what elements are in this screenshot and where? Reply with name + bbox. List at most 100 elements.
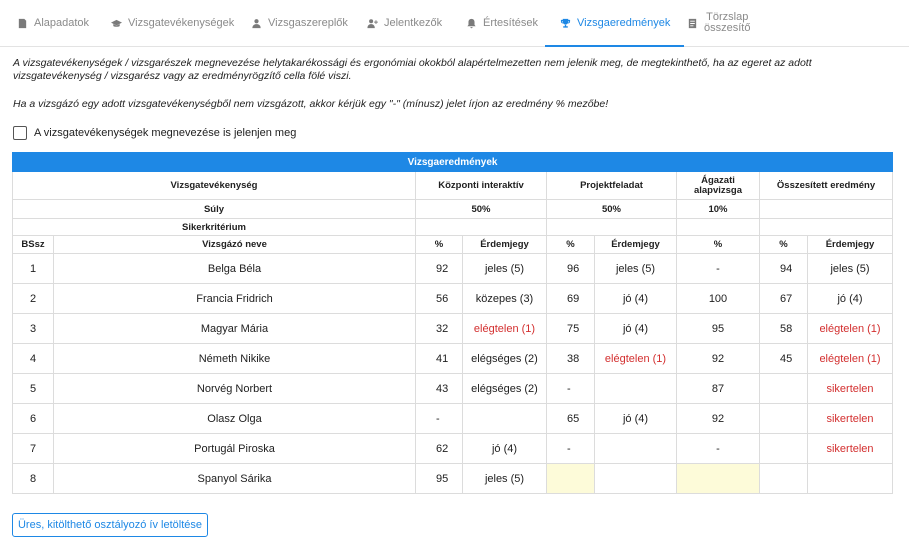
table-row: 6 Olasz Olga - 65 jó (4) 92 sikertelen: [12, 403, 894, 434]
table-row: 7 Portugál Piroska 62 jó (4) - - sikerte…: [12, 433, 894, 464]
tab-vizsgatevekenysegek[interactable]: Vizsgatevékenységek: [110, 0, 234, 46]
agazati-pct-cell[interactable]: -: [676, 433, 760, 464]
projekt-pct-cell[interactable]: 38: [546, 343, 595, 374]
tab-torzslap-osszesito[interactable]: Törzslap összesítő: [686, 0, 750, 46]
osszesitett-header: Összesített eredmény: [758, 171, 894, 200]
name-cell: Spanyol Sárika: [53, 463, 416, 494]
tab-label: Vizsgatevékenységek: [128, 17, 235, 29]
tab-vizsgaeredmenyek[interactable]: Vizsgaeredmények: [544, 0, 685, 47]
projekt-pct-cell[interactable]: 96: [546, 253, 595, 284]
projekt-grade-cell: jó (4): [594, 313, 677, 344]
tab-label: Alapadatok: [34, 17, 90, 29]
osszesitett-grade-header: Érdemjegy: [806, 235, 894, 254]
add-person-icon: [366, 17, 378, 29]
bssz-header: BSsz: [12, 235, 54, 254]
osszesitett-pct-cell: [759, 403, 808, 434]
download-grading-sheet-button[interactable]: Üres, kitölthető osztályozó ív letöltése: [12, 513, 208, 537]
projekt-pct-cell[interactable]: 69: [546, 283, 595, 314]
agazati-header: Ágazati alapvizsga: [676, 171, 760, 200]
projekt-pct-cell[interactable]: -: [546, 433, 595, 464]
bssz-cell: 7: [12, 433, 54, 464]
list-icon: [686, 17, 698, 29]
osszesitett-grade-cell: jeles (5): [806, 253, 894, 284]
agazati-pct-cell[interactable]: 100: [676, 283, 760, 314]
projekt-grade-cell: jeles (5): [594, 253, 677, 284]
tab-vizsgaszereplok[interactable]: Vizsgaszereplők: [250, 0, 348, 46]
agazati-header-line2: alapvizsga: [693, 184, 743, 196]
name-cell: Norvég Norbert: [53, 373, 416, 404]
osszesitett-grade-cell: [806, 463, 894, 494]
projekt-pct-cell[interactable]: -: [546, 373, 595, 404]
agazati-pct-cell[interactable]: 92: [676, 343, 760, 374]
tab-label-two-line: Törzslap összesítő: [704, 12, 750, 34]
tab-label-line2: összesítő: [704, 22, 751, 34]
tab-jelentkezok[interactable]: Jelentkezők: [366, 0, 442, 46]
kozponti-pct-cell[interactable]: 56: [415, 283, 463, 314]
osszesitett-pct-cell: 67: [759, 283, 808, 314]
document-icon: [16, 17, 28, 29]
tab-label: Vizsgaszereplők: [268, 17, 348, 29]
projekt-pct-cell[interactable]: 65: [546, 403, 595, 434]
weight-projekt: 50%: [546, 199, 677, 219]
graduation-cap-icon: [110, 17, 122, 29]
kozponti-pct-cell[interactable]: -: [415, 403, 463, 434]
activity-header: Vizsgatevékenység: [12, 171, 416, 200]
tab-label: Jelentkezők: [384, 17, 443, 29]
kozponti-grade-cell: [462, 403, 547, 434]
kozponti-grade-cell: elégtelen (1): [462, 313, 547, 344]
projekt-grade-cell: jó (4): [594, 283, 677, 314]
kozponti-pct-cell[interactable]: 41: [415, 343, 463, 374]
criterion-agazati: [676, 218, 760, 236]
name-header: Vizsgázó neve: [53, 235, 416, 254]
osszesitett-grade-cell: elégtelen (1): [806, 343, 894, 374]
kozponti-pct-cell[interactable]: 95: [415, 463, 463, 494]
agazati-pct-cell[interactable]: 95: [676, 313, 760, 344]
table-row: 8 Spanyol Sárika 95 jeles (5): [12, 463, 894, 494]
name-cell: Magyar Mária: [53, 313, 416, 344]
results-table: Vizsgaeredmények Vizsgatevékenység Közpo…: [11, 152, 894, 494]
osszesitett-grade-cell: sikertelen: [806, 403, 894, 434]
weight-kozponti: 50%: [415, 199, 547, 219]
info-note-line1: A vizsgatevékenységek / vizsgarészek meg…: [13, 57, 812, 69]
tab-alapadatok[interactable]: Alapadatok: [16, 0, 89, 46]
bssz-cell: 4: [12, 343, 54, 374]
osszesitett-grade-cell: sikertelen: [806, 433, 894, 464]
bssz-cell: 8: [12, 463, 54, 494]
agazati-pct-cell[interactable]: 92: [676, 403, 760, 434]
kozponti-pct-cell[interactable]: 62: [415, 433, 463, 464]
tab-bar: Alapadatok Vizsgatevékenységek Vizsgasze…: [0, 0, 909, 47]
projekt-pct-cell[interactable]: 75: [546, 313, 595, 344]
agazati-pct-header: %: [676, 235, 760, 254]
projekt-pct-cell-empty[interactable]: [546, 463, 595, 494]
table-row: 1 Belga Béla 92 jeles (5) 96 jeles (5) -…: [12, 253, 894, 284]
agazati-pct-cell-empty[interactable]: [676, 463, 760, 494]
bssz-cell: 2: [12, 283, 54, 314]
osszesitett-pct-header: %: [759, 235, 808, 254]
table-row: 5 Norvég Norbert 43 elégséges (2) - 87 s…: [12, 373, 894, 404]
osszesitett-grade-cell: sikertelen: [806, 373, 894, 404]
projekt-header: Projektfeladat: [546, 171, 677, 200]
name-cell: Francia Fridrich: [53, 283, 416, 314]
kozponti-grade-cell: jeles (5): [462, 463, 547, 494]
weight-label: Súly: [12, 199, 416, 219]
tab-ertesitesek[interactable]: Értesítések: [465, 0, 538, 46]
projekt-grade-cell: [594, 463, 677, 494]
criterion-label: Sikerkritérium: [12, 218, 416, 236]
kozponti-pct-header: %: [415, 235, 463, 254]
agazati-pct-cell[interactable]: -: [676, 253, 760, 284]
projekt-grade-cell: jó (4): [594, 403, 677, 434]
table-caption: Vizsgaeredmények: [11, 152, 894, 172]
kozponti-pct-cell[interactable]: 32: [415, 313, 463, 344]
projekt-grade-cell: [594, 373, 677, 404]
kozponti-grade-cell: jó (4): [462, 433, 547, 464]
osszesitett-pct-cell: 58: [759, 313, 808, 344]
name-cell: Belga Béla: [53, 253, 416, 284]
show-names-checkbox[interactable]: [13, 126, 27, 140]
agazati-pct-cell[interactable]: 87: [676, 373, 760, 404]
bell-icon: [465, 17, 477, 29]
table-row: 3 Magyar Mária 32 elégtelen (1) 75 jó (4…: [12, 313, 894, 344]
kozponti-pct-cell[interactable]: 43: [415, 373, 463, 404]
show-names-toggle[interactable]: A vizsgatevékenységek megnevezése is jel…: [13, 126, 296, 140]
kozponti-pct-cell[interactable]: 92: [415, 253, 463, 284]
criterion-kozponti: [415, 218, 547, 236]
